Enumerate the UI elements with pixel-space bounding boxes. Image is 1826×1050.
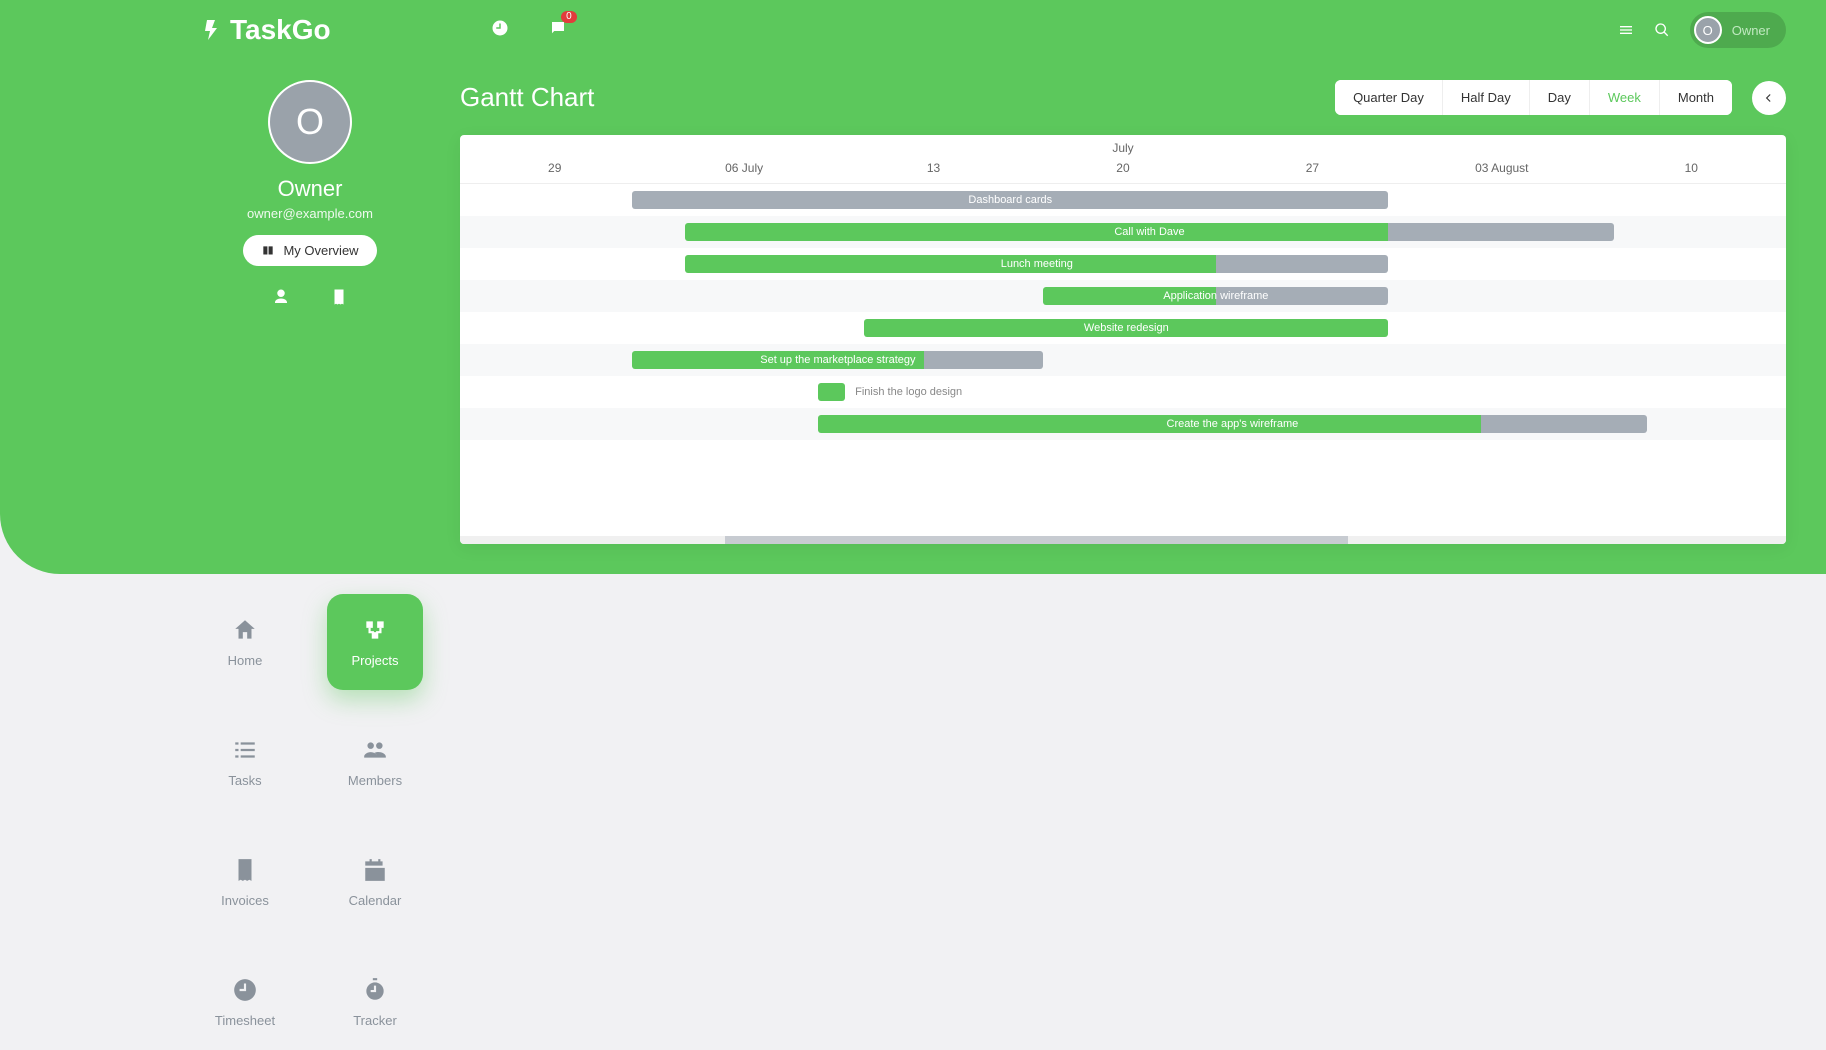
menu-icon[interactable] [1618, 22, 1634, 38]
gantt-month-label: July [460, 135, 1786, 157]
nav-invoices[interactable]: Invoices [197, 834, 293, 930]
gantt-day: 29 [460, 157, 649, 183]
view-day[interactable]: Day [1530, 80, 1590, 115]
home-icon [232, 617, 258, 643]
gantt-bar[interactable]: Website redesign [864, 319, 1388, 337]
receipt-icon[interactable] [330, 288, 348, 306]
gantt-day: 06 July [649, 157, 838, 183]
gantt-day: 27 [1218, 157, 1407, 183]
gantt-chart: July 2906 July13202703 August10 Dashboar… [460, 135, 1786, 544]
back-button[interactable] [1752, 81, 1786, 115]
page-title: Gantt Chart [460, 82, 1315, 113]
profile-name: Owner [278, 176, 343, 202]
gantt-bar[interactable]: Create the app's wireframe [818, 415, 1647, 433]
gantt-bar[interactable]: Lunch meeting [685, 255, 1388, 273]
gantt-bar[interactable]: Dashboard cards [632, 191, 1388, 209]
chat-badge: 0 [561, 11, 577, 23]
nav-tasks[interactable]: Tasks [197, 714, 293, 810]
gantt-day: 20 [1028, 157, 1217, 183]
gantt-row: Dashboard cards [460, 184, 1786, 216]
nav-calendar[interactable]: Calendar [327, 834, 423, 930]
my-overview-button[interactable]: My Overview [243, 235, 376, 266]
view-switcher: Quarter DayHalf DayDayWeekMonth [1335, 80, 1732, 115]
search-icon[interactable] [1654, 22, 1670, 38]
gantt-row: Website redesign [460, 312, 1786, 344]
clock-icon [232, 977, 258, 1003]
bolt-icon [200, 18, 224, 42]
gantt-bar[interactable] [818, 383, 845, 401]
projects-icon [362, 617, 388, 643]
user-icon[interactable] [272, 288, 290, 306]
calendar-icon [362, 857, 388, 883]
sidebar-nav: Home Projects Tasks Members Invoices Calendar… [180, 594, 440, 1050]
nav-members[interactable]: Members [327, 714, 423, 810]
avatar-large: O [268, 80, 352, 164]
gantt-scrollbar[interactable] [460, 536, 1786, 544]
gantt-bar[interactable]: Application wireframe [1043, 287, 1388, 305]
nav-projects[interactable]: Projects [327, 594, 423, 690]
gantt-bar[interactable]: Call with Dave [685, 223, 1613, 241]
tasks-icon [232, 737, 258, 763]
invoices-icon [232, 857, 258, 883]
user-name-pill: Owner [1732, 23, 1770, 38]
gantt-row: Application wireframe [460, 280, 1786, 312]
app-logo[interactable]: TaskGo [200, 14, 331, 46]
brand-name: TaskGo [230, 14, 331, 46]
members-icon [362, 737, 388, 763]
gantt-row: Call with Dave [460, 216, 1786, 248]
view-quarter-day[interactable]: Quarter Day [1335, 80, 1443, 115]
profile-card: O Owner owner@example.com My Overview [200, 80, 420, 544]
gantt-day: 03 August [1407, 157, 1596, 183]
clock-icon[interactable] [491, 19, 509, 42]
avatar-small: O [1694, 16, 1722, 44]
arrow-left-icon [1762, 91, 1776, 105]
nav-tracker[interactable]: Tracker [327, 954, 423, 1050]
gantt-bar-label: Finish the logo design [855, 383, 962, 401]
gantt-row: Finish the logo design [460, 376, 1786, 408]
gantt-row: Lunch meeting [460, 248, 1786, 280]
view-week[interactable]: Week [1590, 80, 1660, 115]
gantt-row: Set up the marketplace strategy [460, 344, 1786, 376]
user-menu[interactable]: O Owner [1690, 12, 1786, 48]
profile-email: owner@example.com [247, 206, 373, 221]
nav-timesheet[interactable]: Timesheet [197, 954, 293, 1050]
book-icon [261, 244, 275, 258]
gantt-bar[interactable]: Set up the marketplace strategy [632, 351, 1043, 369]
chat-icon[interactable]: 0 [549, 19, 567, 42]
view-month[interactable]: Month [1660, 80, 1732, 115]
gantt-day: 10 [1597, 157, 1786, 183]
gantt-day: 13 [839, 157, 1028, 183]
view-half-day[interactable]: Half Day [1443, 80, 1530, 115]
stopwatch-icon [362, 977, 388, 1003]
nav-home[interactable]: Home [197, 594, 293, 690]
gantt-row: Create the app's wireframe [460, 408, 1786, 440]
gantt-day-row: 2906 July13202703 August10 [460, 157, 1786, 183]
